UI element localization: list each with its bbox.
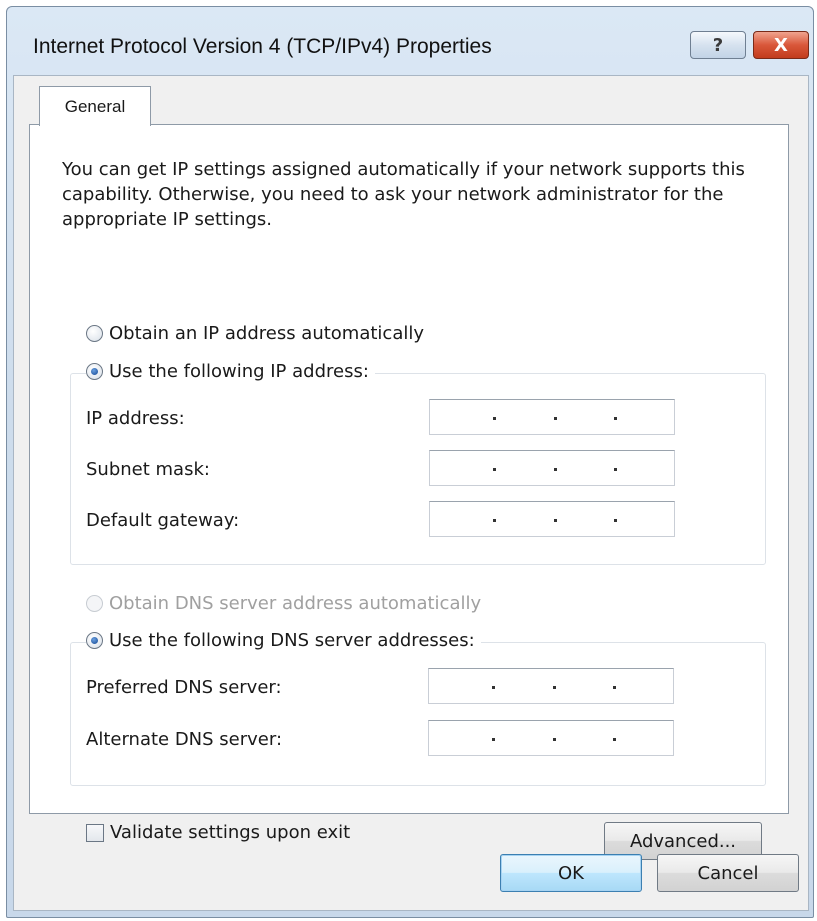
tab-general-label: General: [64, 96, 126, 116]
ip-octet-separator: [554, 519, 557, 522]
radio-icon: [86, 325, 103, 342]
obtain-dns-automatically-radio: Obtain DNS server address automatically: [86, 593, 481, 614]
ip-octet-separator: [492, 686, 495, 689]
cancel-button[interactable]: Cancel: [657, 854, 799, 892]
use-following-dns-radio[interactable]: Use the following DNS server addresses:: [86, 630, 481, 651]
validate-settings-checkbox[interactable]: Validate settings upon exit: [86, 822, 350, 843]
dialog-window: Internet Protocol Version 4 (TCP/IPv4) P…: [6, 6, 814, 918]
radio-checked-icon: [86, 363, 103, 380]
radio-disabled-icon: [86, 595, 103, 612]
obtain-ip-automatically-radio[interactable]: Obtain an IP address automatically: [86, 323, 424, 344]
title-bar: Internet Protocol Version 4 (TCP/IPv4) P…: [7, 7, 813, 77]
general-tab-panel: You can get IP settings assigned automat…: [29, 124, 789, 860]
ip-octet-separator: [614, 468, 617, 471]
alternate-dns-input[interactable]: [428, 720, 674, 756]
use-following-ip-radio[interactable]: Use the following IP address:: [86, 361, 375, 382]
use-following-dns-label: Use the following DNS server addresses:: [109, 630, 475, 651]
help-button[interactable]: ?: [690, 31, 746, 59]
validate-settings-label: Validate settings upon exit: [110, 822, 351, 843]
ip-address-input[interactable]: [429, 399, 675, 435]
ok-button[interactable]: OK: [500, 854, 642, 892]
ip-octet-separator: [492, 738, 495, 741]
subnet-mask-label: Subnet mask:: [86, 459, 210, 480]
help-icon: ?: [712, 34, 724, 56]
ip-octet-separator: [613, 738, 616, 741]
preferred-dns-input[interactable]: [428, 668, 674, 704]
close-button[interactable]: X: [753, 31, 809, 59]
ip-octet-separator: [493, 417, 496, 420]
alternate-dns-label: Alternate DNS server:: [86, 729, 283, 750]
ip-octet-separator: [554, 417, 557, 420]
ok-button-label: OK: [558, 862, 584, 884]
subnet-mask-input[interactable]: [429, 450, 675, 486]
tab-general[interactable]: General: [39, 86, 151, 126]
ip-octet-separator: [553, 686, 556, 689]
ip-address-label: IP address:: [86, 408, 185, 429]
ip-octet-separator: [613, 686, 616, 689]
ip-octet-separator: [614, 519, 617, 522]
use-following-ip-label: Use the following IP address:: [109, 361, 369, 382]
ip-octet-separator: [493, 519, 496, 522]
advanced-button-label: Advanced...: [629, 830, 737, 852]
window-title: Internet Protocol Version 4 (TCP/IPv4) P…: [33, 35, 492, 58]
default-gateway-label: Default gateway:: [86, 510, 240, 531]
preferred-dns-label: Preferred DNS server:: [86, 677, 282, 698]
ip-octet-separator: [553, 738, 556, 741]
checkbox-icon: [86, 823, 104, 842]
description-text: You can get IP settings assigned automat…: [62, 159, 745, 230]
cancel-button-label: Cancel: [697, 862, 759, 884]
ip-octet-separator: [493, 468, 496, 471]
radio-checked-icon: [86, 632, 103, 649]
ip-octet-separator: [614, 417, 617, 420]
obtain-ip-automatically-label: Obtain an IP address automatically: [109, 323, 425, 344]
dns-server-group: [70, 642, 766, 786]
obtain-dns-automatically-label: Obtain DNS server address automatically: [109, 593, 482, 614]
dialog-client-area: General You can get IP settings assigned…: [13, 75, 809, 911]
ip-octet-separator: [554, 468, 557, 471]
default-gateway-input[interactable]: [429, 501, 675, 537]
close-icon: X: [774, 34, 788, 56]
